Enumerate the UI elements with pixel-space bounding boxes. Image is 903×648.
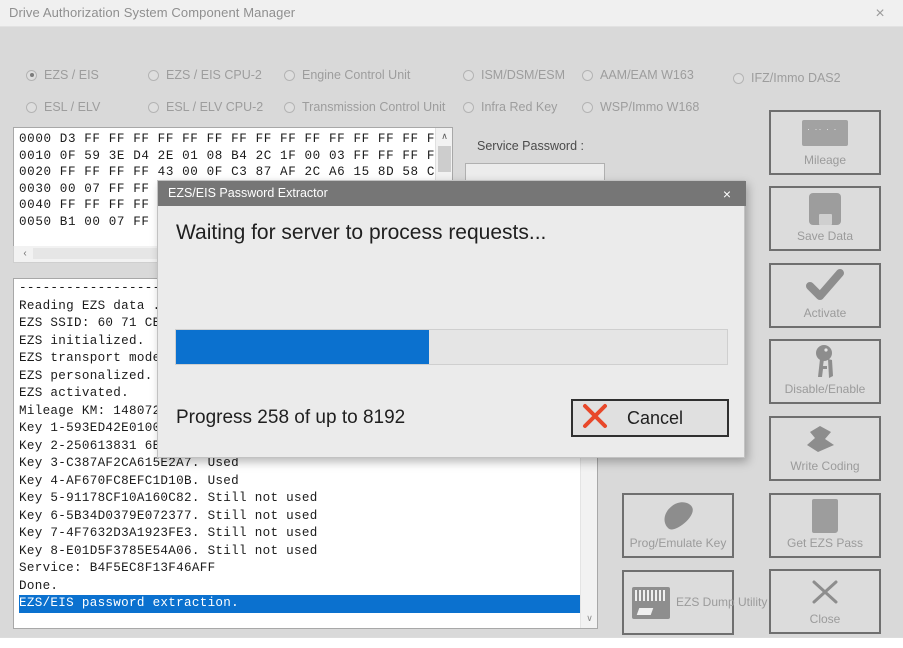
radio-esl-elv[interactable]: ESL / ELV bbox=[26, 100, 100, 114]
password-extractor-dialog: EZS/EIS Password Extractor × Waiting for… bbox=[157, 180, 746, 458]
progress-bar-fill bbox=[176, 330, 430, 364]
write-coding-button[interactable]: Write Coding bbox=[769, 416, 881, 481]
radio-bullet-icon bbox=[733, 72, 744, 84]
radio-aam-eam-w163[interactable]: AAM/EAM W163 bbox=[582, 68, 694, 82]
dialog-status-heading: Waiting for server to process requests..… bbox=[176, 221, 547, 244]
memory-chip-icon bbox=[630, 586, 672, 619]
application-window: Drive Authorization System Component Man… bbox=[0, 0, 903, 648]
close-x-icon bbox=[771, 571, 879, 613]
radio-label: ESL / ELV CPU-2 bbox=[166, 100, 264, 114]
radio-label: AAM/EAM W163 bbox=[600, 68, 694, 82]
disable-enable-button[interactable]: Disable/Enable bbox=[769, 339, 881, 404]
radio-infra-red-key[interactable]: Infra Red Key bbox=[463, 100, 557, 114]
chevron-left-icon[interactable]: ‹ bbox=[18, 246, 32, 261]
button-label: Mileage bbox=[803, 153, 847, 167]
radio-ezs-eis[interactable]: EZS / EIS bbox=[26, 68, 99, 82]
radio-bullet-icon bbox=[284, 69, 295, 81]
button-label: Disable/Enable bbox=[784, 382, 866, 396]
chevron-down-icon[interactable]: ∨ bbox=[581, 610, 597, 626]
radio-label: Engine Control Unit bbox=[302, 68, 411, 82]
radio-label: Infra Red Key bbox=[481, 100, 558, 114]
radio-bullet-icon bbox=[284, 101, 295, 113]
radio-transmission-control-unit[interactable]: Transmission Control Unit bbox=[284, 100, 445, 114]
page-title: Drive Authorization System Component Man… bbox=[9, 5, 296, 20]
radio-label: IFZ/Immo DAS2 bbox=[751, 71, 841, 85]
radio-label: WSP/Immo W168 bbox=[600, 100, 700, 114]
dialog-titlebar: EZS/EIS Password Extractor × bbox=[158, 181, 746, 206]
scrollbar-thumb[interactable] bbox=[438, 146, 451, 172]
get-ezs-pass-button[interactable]: Get EZS Pass bbox=[769, 493, 881, 558]
radio-esl-elv-cpu2[interactable]: ESL / ELV CPU-2 bbox=[148, 100, 263, 114]
radio-bullet-icon bbox=[26, 69, 37, 81]
progress-status-text: Progress 258 of up to 8192 bbox=[176, 407, 406, 428]
window-bottom-strip bbox=[0, 637, 903, 648]
radio-bullet-icon bbox=[26, 101, 37, 113]
radio-wsp-immo-w168[interactable]: WSP/Immo W168 bbox=[582, 100, 699, 114]
radio-label: ISM/DSM/ESM bbox=[481, 68, 566, 82]
mileage-icon bbox=[771, 112, 879, 154]
log-selected-line: EZS/EIS password extraction. bbox=[19, 595, 586, 613]
window-titlebar: Drive Authorization System Component Man… bbox=[0, 0, 903, 27]
service-password-label: Service Password : bbox=[477, 139, 584, 153]
radio-bullet-icon bbox=[463, 101, 474, 113]
radio-ezs-eis-cpu2[interactable]: EZS / EIS CPU-2 bbox=[148, 68, 262, 82]
radio-label: Transmission Control Unit bbox=[302, 100, 446, 114]
document-icon bbox=[771, 495, 879, 537]
radio-ifz-immo-das2[interactable]: IFZ/Immo DAS2 bbox=[733, 71, 841, 85]
radio-label: ESL / ELV bbox=[44, 100, 101, 114]
keys-icon bbox=[771, 341, 879, 383]
radio-label: EZS / EIS bbox=[44, 68, 99, 82]
button-label: Get EZS Pass bbox=[786, 536, 864, 550]
window-close-icon[interactable]: × bbox=[857, 0, 903, 27]
radio-ism-dsm-esm[interactable]: ISM/DSM/ESM bbox=[463, 68, 565, 82]
prog-emulate-key-button[interactable]: Prog/Emulate Key bbox=[622, 493, 734, 558]
close-button[interactable]: Close bbox=[769, 569, 881, 634]
mileage-button[interactable]: Mileage bbox=[769, 110, 881, 175]
radio-bullet-icon bbox=[148, 101, 159, 113]
progress-bar bbox=[175, 329, 728, 365]
checkmark-icon bbox=[771, 265, 879, 307]
cancel-button-label: Cancel bbox=[627, 407, 684, 428]
radio-bullet-icon bbox=[463, 69, 474, 81]
radio-bullet-icon bbox=[582, 69, 593, 81]
dialog-close-icon[interactable]: × bbox=[714, 183, 740, 204]
chevron-up-icon[interactable]: ∧ bbox=[436, 128, 452, 144]
radio-bullet-icon bbox=[582, 101, 593, 113]
button-label: Write Coding bbox=[790, 459, 860, 473]
radio-label: EZS / EIS CPU-2 bbox=[166, 68, 262, 82]
button-label: Save Data bbox=[796, 229, 854, 243]
ezs-dump-utility-button[interactable]: EZS Dump Utility bbox=[622, 570, 767, 635]
cancel-button[interactable]: Cancel bbox=[571, 399, 729, 437]
radio-bullet-icon bbox=[148, 69, 159, 81]
floppy-disk-icon bbox=[771, 188, 879, 230]
save-data-button[interactable]: Save Data bbox=[769, 186, 881, 251]
red-x-icon bbox=[581, 402, 609, 435]
button-label: Prog/Emulate Key bbox=[629, 536, 727, 550]
radio-engine-control-unit[interactable]: Engine Control Unit bbox=[284, 68, 410, 82]
button-label: Close bbox=[809, 612, 841, 626]
key-fob-icon bbox=[624, 495, 732, 537]
activate-button[interactable]: Activate bbox=[769, 263, 881, 328]
button-label: EZS Dump Utility bbox=[676, 595, 768, 609]
stamp-icon bbox=[771, 418, 879, 460]
button-label: Activate bbox=[803, 306, 847, 320]
dialog-title: EZS/EIS Password Extractor bbox=[168, 186, 328, 200]
